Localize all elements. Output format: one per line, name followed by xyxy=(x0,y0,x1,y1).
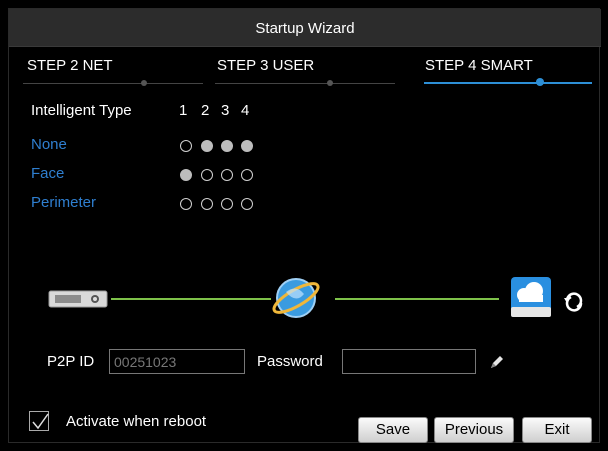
network-diagram xyxy=(48,277,583,318)
password-label: Password xyxy=(257,353,323,370)
globe-icon xyxy=(272,278,320,318)
p2p-id-field[interactable] xyxy=(109,349,245,374)
cloud-server-icon xyxy=(511,277,551,317)
exit-button[interactable]: Exit xyxy=(522,417,592,443)
dvr-device-icon xyxy=(48,290,108,308)
save-button[interactable]: Save xyxy=(358,417,428,443)
checkmark-icon xyxy=(32,413,49,430)
previous-button[interactable]: Previous xyxy=(434,417,514,443)
startup-wizard-window: Startup Wizard STEP 2 NET STEP 3 USER ST… xyxy=(8,8,601,443)
refresh-icon[interactable] xyxy=(564,292,583,312)
pencil-icon[interactable] xyxy=(489,354,505,370)
password-field[interactable] xyxy=(342,349,476,374)
activate-reboot-label: Activate when reboot xyxy=(66,413,207,430)
activate-reboot-checkbox[interactable] xyxy=(29,411,49,431)
p2p-id-label: P2P ID xyxy=(47,353,95,370)
